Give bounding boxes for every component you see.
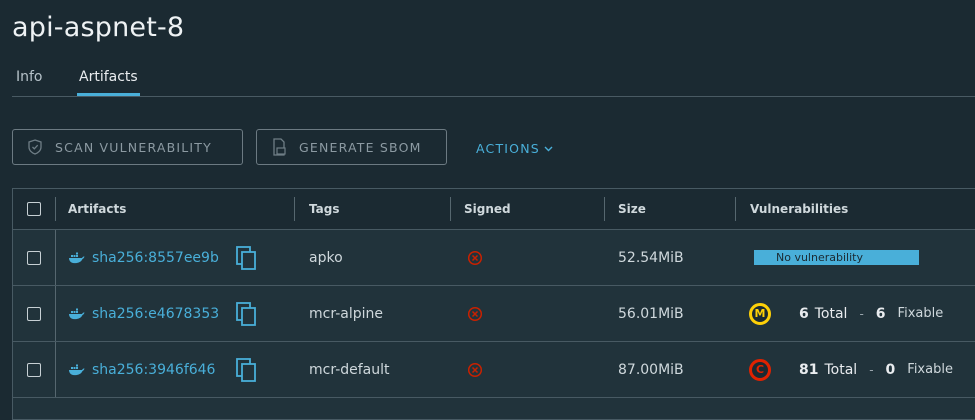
table-row: sha256:3946f646 mcr-default 87.00MiB C 8… — [13, 342, 975, 398]
vuln-separator: - — [859, 306, 864, 321]
header-signed[interactable]: Signed — [464, 189, 511, 229]
shield-icon — [28, 139, 42, 155]
column-separator[interactable] — [735, 197, 736, 221]
artifact-digest-link[interactable]: sha256:e4678353 — [92, 306, 219, 322]
row-checkbox[interactable] — [27, 306, 41, 321]
vulnerability-summary: 6 Total - 6 Fixable — [799, 306, 943, 322]
copy-icon — [236, 245, 256, 270]
artifact-cell: sha256:e4678353 — [68, 286, 219, 341]
vuln-total-label: Total — [814, 305, 848, 322]
size-cell: 52.54MiB — [618, 249, 684, 266]
not-signed-icon — [467, 362, 483, 377]
header-artifacts[interactable]: Artifacts — [68, 189, 126, 229]
scan-vulnerability-button[interactable]: SCAN VULNERABILITY — [12, 129, 243, 165]
row-checkbox[interactable] — [27, 250, 41, 265]
size-cell: 87.00MiB — [618, 361, 684, 378]
column-separator — [55, 197, 56, 221]
copy-digest-button[interactable] — [235, 286, 257, 341]
table-row: sha256:8557ee9b apko 52.54MiB No vulnera… — [13, 230, 975, 286]
tab-bar: Info Artifacts — [12, 66, 975, 97]
actions-dropdown[interactable]: ACTIONS — [476, 141, 553, 156]
column-separator — [55, 286, 56, 341]
vulnerability-cell: No vulnerability — [754, 230, 919, 285]
artifact-cell: sha256:8557ee9b — [68, 230, 219, 285]
signed-cell — [467, 342, 483, 397]
generate-sbom-label: GENERATE SBOM — [299, 139, 422, 155]
copy-icon — [236, 357, 256, 382]
header-tags[interactable]: Tags — [309, 189, 339, 229]
critical-severity-badge: C — [749, 358, 771, 381]
tag-cell: apko — [309, 249, 343, 266]
no-vulnerability-badge[interactable]: No vulnerability — [754, 250, 919, 265]
page-title: api-aspnet-8 — [12, 12, 185, 43]
row-checkbox[interactable] — [27, 362, 41, 377]
header-size[interactable]: Size — [618, 189, 646, 229]
not-signed-icon — [467, 306, 483, 321]
chevron-down-icon — [544, 146, 553, 151]
vuln-fixable-label: Fixable — [897, 306, 944, 321]
table-header-row: Artifacts Tags Signed Size Vulnerabiliti… — [13, 189, 975, 230]
vuln-separator: - — [869, 362, 874, 377]
table-row: sha256:e4678353 mcr-alpine 56.01MiB M 6 … — [13, 286, 975, 342]
artifact-cell: sha256:3946f646 — [68, 342, 215, 397]
document-icon — [273, 138, 286, 156]
signed-cell — [467, 230, 483, 285]
copy-digest-button[interactable] — [235, 230, 257, 285]
vuln-total-count: 6 — [799, 305, 809, 322]
vuln-total-count: 81 — [799, 361, 819, 378]
docker-whale-icon — [69, 252, 85, 263]
tab-artifacts[interactable]: Artifacts — [77, 66, 140, 96]
actions-label: ACTIONS — [476, 141, 540, 156]
vuln-fixable-count: 0 — [885, 361, 896, 378]
vuln-total-label: Total — [824, 361, 858, 378]
docker-whale-icon — [69, 364, 85, 375]
column-separator — [55, 342, 56, 397]
tag-cell: mcr-alpine — [309, 305, 383, 322]
column-separator[interactable] — [604, 197, 605, 221]
vulnerability-cell[interactable]: C 81 Total - 0 Fixable — [749, 342, 953, 397]
vuln-fixable-label: Fixable — [907, 362, 953, 377]
vuln-fixable-count: 6 — [875, 305, 886, 322]
not-signed-icon — [467, 250, 483, 265]
tag-cell: mcr-default — [309, 361, 390, 378]
artifacts-datagrid: Artifacts Tags Signed Size Vulnerabiliti… — [12, 188, 975, 420]
generate-sbom-button[interactable]: GENERATE SBOM — [256, 129, 447, 165]
scan-vulnerability-label: SCAN VULNERABILITY — [55, 139, 212, 155]
signed-cell — [467, 286, 483, 341]
column-separator[interactable] — [450, 197, 451, 221]
tab-info[interactable]: Info — [16, 66, 43, 95]
header-vulnerabilities[interactable]: Vulnerabilities — [750, 189, 848, 229]
size-cell: 56.01MiB — [618, 305, 684, 322]
artifact-digest-link[interactable]: sha256:3946f646 — [92, 362, 215, 378]
select-all-cell — [27, 189, 41, 229]
copy-icon — [236, 301, 256, 326]
copy-digest-button[interactable] — [235, 342, 257, 397]
vulnerability-summary: 81 Total - 0 Fixable — [799, 362, 953, 378]
vulnerability-cell[interactable]: M 6 Total - 6 Fixable — [749, 286, 943, 341]
docker-whale-icon — [69, 308, 85, 319]
column-separator[interactable] — [294, 197, 295, 221]
artifact-digest-link[interactable]: sha256:8557ee9b — [92, 250, 219, 266]
column-separator — [55, 230, 56, 285]
select-all-checkbox[interactable] — [27, 202, 41, 216]
medium-severity-badge: M — [749, 302, 771, 325]
